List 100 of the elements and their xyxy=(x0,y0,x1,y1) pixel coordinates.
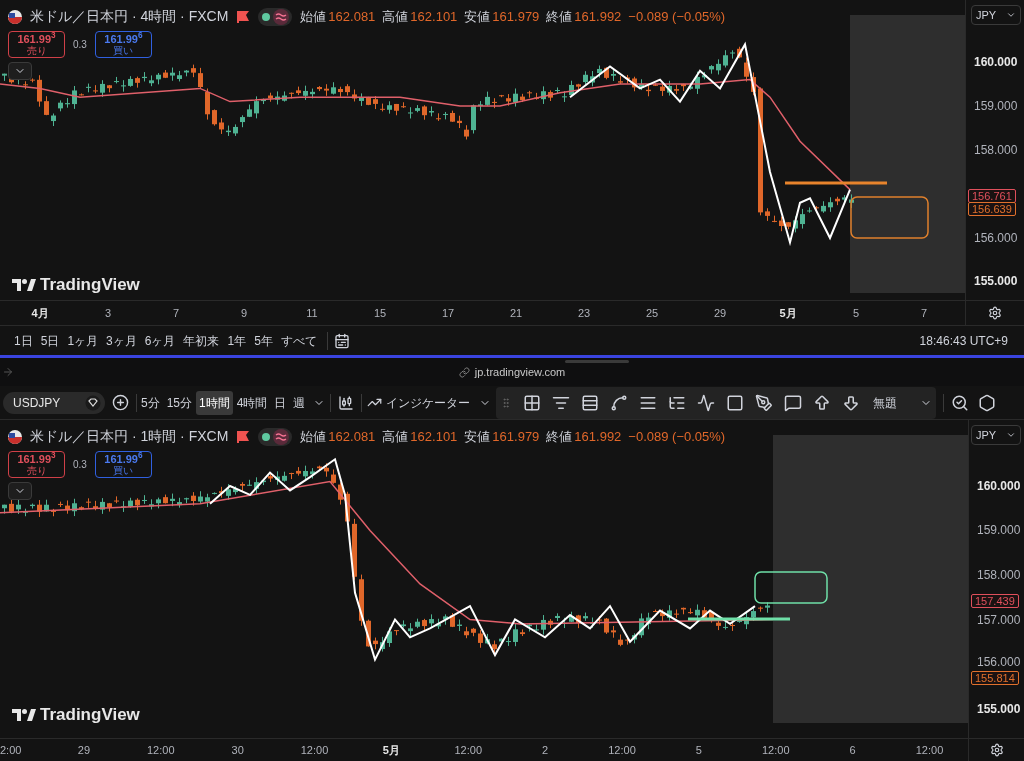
ohlc-label: 始値 xyxy=(300,427,327,446)
currency-dropdown[interactable]: JPY xyxy=(971,425,1021,445)
status-toggle[interactable] xyxy=(258,7,293,26)
rectangle-shape[interactable] xyxy=(754,571,828,604)
price-badge: 156.639 xyxy=(968,202,1016,216)
buy-button[interactable]: 161.99$^{6}$ 買い xyxy=(94,451,152,478)
zigzag-line[interactable] xyxy=(209,457,756,663)
time-tick: 5月 xyxy=(381,742,401,758)
price-change: −0.089 (−0.05%) xyxy=(628,7,726,26)
settings-icon[interactable] xyxy=(989,743,1004,757)
ohlc-value: 162.081 xyxy=(328,7,376,26)
range-button[interactable]: 3ヶ月 xyxy=(102,329,141,352)
rectangle-shape[interactable] xyxy=(850,196,929,239)
link-icon xyxy=(458,366,470,378)
range-button[interactable]: すべて xyxy=(276,329,321,352)
time-tick: 7 xyxy=(919,305,929,321)
ohlc-value: 161.992 xyxy=(574,427,622,446)
price-tick: 160.000 xyxy=(977,478,1021,494)
layout-name[interactable]: 無題 xyxy=(873,393,898,412)
calendar-icon[interactable] xyxy=(333,332,350,349)
flag-icon[interactable] xyxy=(236,10,251,23)
range-button[interactable]: 6ヶ月 xyxy=(140,329,180,352)
ohlc-label: 終値 xyxy=(546,7,573,26)
symbol-title: 米ドル／日本円 · 1時間 · FXCM xyxy=(30,427,229,446)
logo-text: TradingView xyxy=(40,704,140,726)
interval-tab[interactable]: 15分 xyxy=(163,390,196,415)
sell-label: 売り xyxy=(26,44,47,56)
currency-dropdown[interactable]: JPY xyxy=(971,5,1021,25)
buy-label: 買い xyxy=(113,44,134,56)
range-button[interactable]: 1年 xyxy=(223,329,251,352)
ohlc-value: 161.979 xyxy=(492,7,540,26)
time-tick: 3 xyxy=(103,305,113,321)
time-tick: 5月 xyxy=(778,305,798,321)
sell-button[interactable]: 161.99$^{3}$ 売り xyxy=(8,31,65,58)
price-tick: 159.000 xyxy=(974,98,1018,114)
add-icon[interactable] xyxy=(112,394,129,411)
ohlc-value: 162.101 xyxy=(410,427,458,446)
flag-icon[interactable] xyxy=(236,430,251,443)
comment-icon[interactable] xyxy=(784,393,803,412)
spread-value: 0.3 xyxy=(73,38,87,52)
symbol-field[interactable]: USDJPY xyxy=(3,391,105,414)
price-tick: 157.000 xyxy=(977,612,1021,628)
brush-icon[interactable] xyxy=(755,393,774,412)
ohlc-label: 始値 xyxy=(300,7,327,26)
time-tick: 11 xyxy=(305,305,319,321)
time-tick: 12:00 xyxy=(146,742,176,758)
range-button[interactable]: 1ヶ月 xyxy=(63,329,103,352)
price-tick: 155.000 xyxy=(974,273,1018,289)
time-tick: 12:00 xyxy=(607,742,637,758)
price-tick: 160.000 xyxy=(974,54,1018,70)
range-button[interactable]: 5日 xyxy=(36,329,64,352)
price-tick: 158.000 xyxy=(974,142,1018,158)
status-toggle[interactable] xyxy=(258,427,293,446)
rectangle-icon[interactable] xyxy=(726,393,745,412)
range-button[interactable]: 1日 xyxy=(10,329,37,352)
zigzag-line[interactable] xyxy=(569,41,851,247)
interval-tab[interactable]: 4時間 xyxy=(233,390,271,415)
ohlc-value: 162.081 xyxy=(328,427,376,446)
symbol-title: 米ドル／日本円 · 4時間 · FXCM xyxy=(30,7,229,26)
time-tick: 29 xyxy=(712,305,728,321)
settings-icon[interactable] xyxy=(988,306,1002,320)
trend-line-icon[interactable] xyxy=(610,393,629,412)
pattern-icon[interactable] xyxy=(697,393,716,412)
crosshair-grid-icon[interactable] xyxy=(523,393,542,412)
buy-label: 買い xyxy=(113,464,134,476)
collapse-button[interactable] xyxy=(8,482,32,500)
hexagon-icon[interactable] xyxy=(978,393,997,412)
arrow-down-icon[interactable] xyxy=(842,393,861,412)
spread-value: 0.3 xyxy=(73,458,87,472)
time-tick: 5 xyxy=(851,305,861,321)
indicators-button[interactable]: インジケーター xyxy=(363,390,475,415)
interval-tab[interactable]: 5分 xyxy=(138,390,163,415)
sell-button[interactable]: 161.99$^{3}$ 売り xyxy=(8,451,65,478)
time-tick: 23 xyxy=(576,305,592,321)
range-button[interactable]: 年初来 xyxy=(179,329,224,352)
ohlc-value: 161.979 xyxy=(492,427,540,446)
price-range-icon[interactable] xyxy=(581,393,600,412)
time-tick: 12:00 xyxy=(453,742,484,758)
range-button[interactable]: 5年 xyxy=(250,329,277,352)
interval-tab[interactable]: 日 xyxy=(271,390,290,415)
buy-price: 161.99$^{6}$ xyxy=(104,453,143,465)
buy-button[interactable]: 161.99$^{6}$ 買い xyxy=(94,31,152,58)
ohlc-label: 安値 xyxy=(464,427,491,446)
price-change: −0.089 (−0.05%) xyxy=(628,427,726,446)
candles-icon[interactable] xyxy=(338,394,355,411)
time-tick: 7 xyxy=(171,305,181,321)
chevron-down-icon xyxy=(1006,10,1016,20)
price-tick: 158.000 xyxy=(977,567,1021,583)
time-tick: 12:00 xyxy=(914,742,945,758)
level-line[interactable] xyxy=(688,617,790,621)
level-line[interactable] xyxy=(785,181,887,185)
alert-search-icon[interactable] xyxy=(951,393,970,412)
logo-text: TradingView xyxy=(40,274,140,296)
flag-circle-icon xyxy=(8,429,22,444)
collapse-button[interactable] xyxy=(8,62,32,80)
arrow-up-icon[interactable] xyxy=(813,393,832,412)
url-text: jp.tradingview.com xyxy=(474,364,566,380)
interval-tab[interactable]: 1時間 xyxy=(196,390,233,415)
interval-tab[interactable]: 週 xyxy=(290,390,309,415)
price-badge: 156.761 xyxy=(968,189,1016,203)
